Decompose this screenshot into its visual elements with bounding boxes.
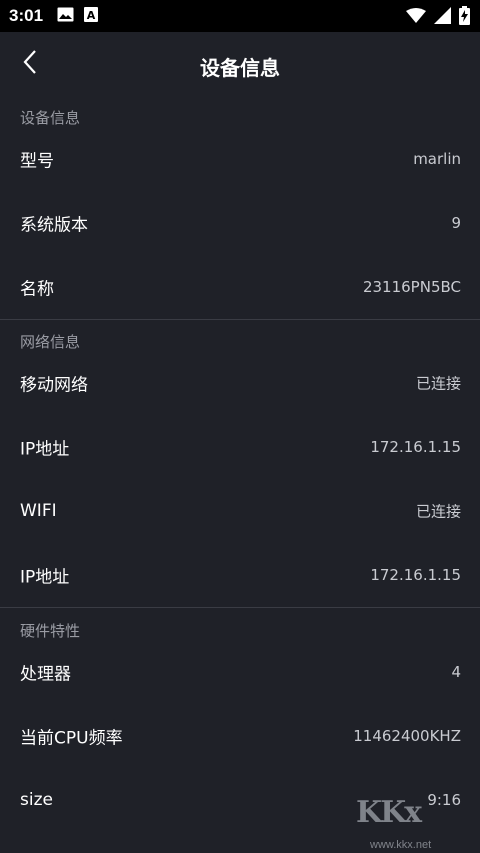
text-a-icon: A (84, 6, 99, 26)
row-value: 已连接 (415, 374, 461, 393)
row-value: 11462400KHZ (353, 727, 461, 745)
svg-text:A: A (87, 9, 96, 22)
image-icon (57, 7, 74, 26)
row-cpu-frequency[interactable]: 当前CPU频率 11462400KHZ (0, 704, 480, 768)
row-model[interactable]: 型号 marlin (0, 127, 480, 191)
row-value: 已连接 (415, 502, 461, 521)
row-label: 移动网络 (20, 375, 88, 396)
row-wifi[interactable]: WIFI 已连接 (0, 479, 480, 543)
row-mobile-ip[interactable]: IP地址 172.16.1.15 (0, 415, 480, 479)
row-value: 23116PN5BC (362, 278, 461, 296)
row-label: 型号 (20, 151, 54, 172)
row-mobile-network[interactable]: 移动网络 已连接 (0, 351, 480, 415)
page-title: 设备信息 (200, 56, 280, 80)
section-header-device: 设备信息 (20, 109, 81, 127)
row-processor[interactable]: 处理器 4 (0, 640, 480, 704)
row-wifi-ip[interactable]: IP地址 172.16.1.15 (0, 543, 480, 607)
divider (0, 319, 480, 320)
app-bar: 设备信息 (0, 32, 480, 96)
row-label: 当前CPU频率 (20, 728, 123, 749)
row-value: 9 (451, 214, 461, 232)
row-label: IP地址 (20, 567, 70, 588)
battery-charging-icon (459, 6, 470, 29)
row-value: 4 (451, 663, 461, 681)
row-label: size (20, 790, 53, 810)
row-label: WIFI (20, 501, 57, 521)
row-value: marlin (413, 150, 461, 168)
watermark-logo: KKx www.kkx.net (356, 793, 474, 851)
row-value: 172.16.1.15 (370, 566, 461, 584)
row-label: 处理器 (20, 664, 71, 685)
row-value: 172.16.1.15 (370, 438, 461, 456)
watermark-url: www.kkx.net (370, 839, 432, 851)
row-label: 系统版本 (20, 215, 88, 236)
section-header-network: 网络信息 (20, 333, 81, 351)
watermark-letters: KKx (356, 795, 422, 830)
wifi-icon (406, 7, 426, 28)
divider (0, 607, 480, 608)
status-time: 3:01 (9, 6, 44, 25)
row-device-name[interactable]: 名称 23116PN5BC (0, 255, 480, 319)
section-header-hardware: 硬件特性 (20, 622, 81, 640)
row-label: IP地址 (20, 439, 70, 460)
status-bar: 3:01 A (0, 0, 480, 32)
row-system-version[interactable]: 系统版本 9 (0, 191, 480, 255)
row-label: 名称 (20, 279, 54, 300)
signal-icon (434, 7, 451, 28)
